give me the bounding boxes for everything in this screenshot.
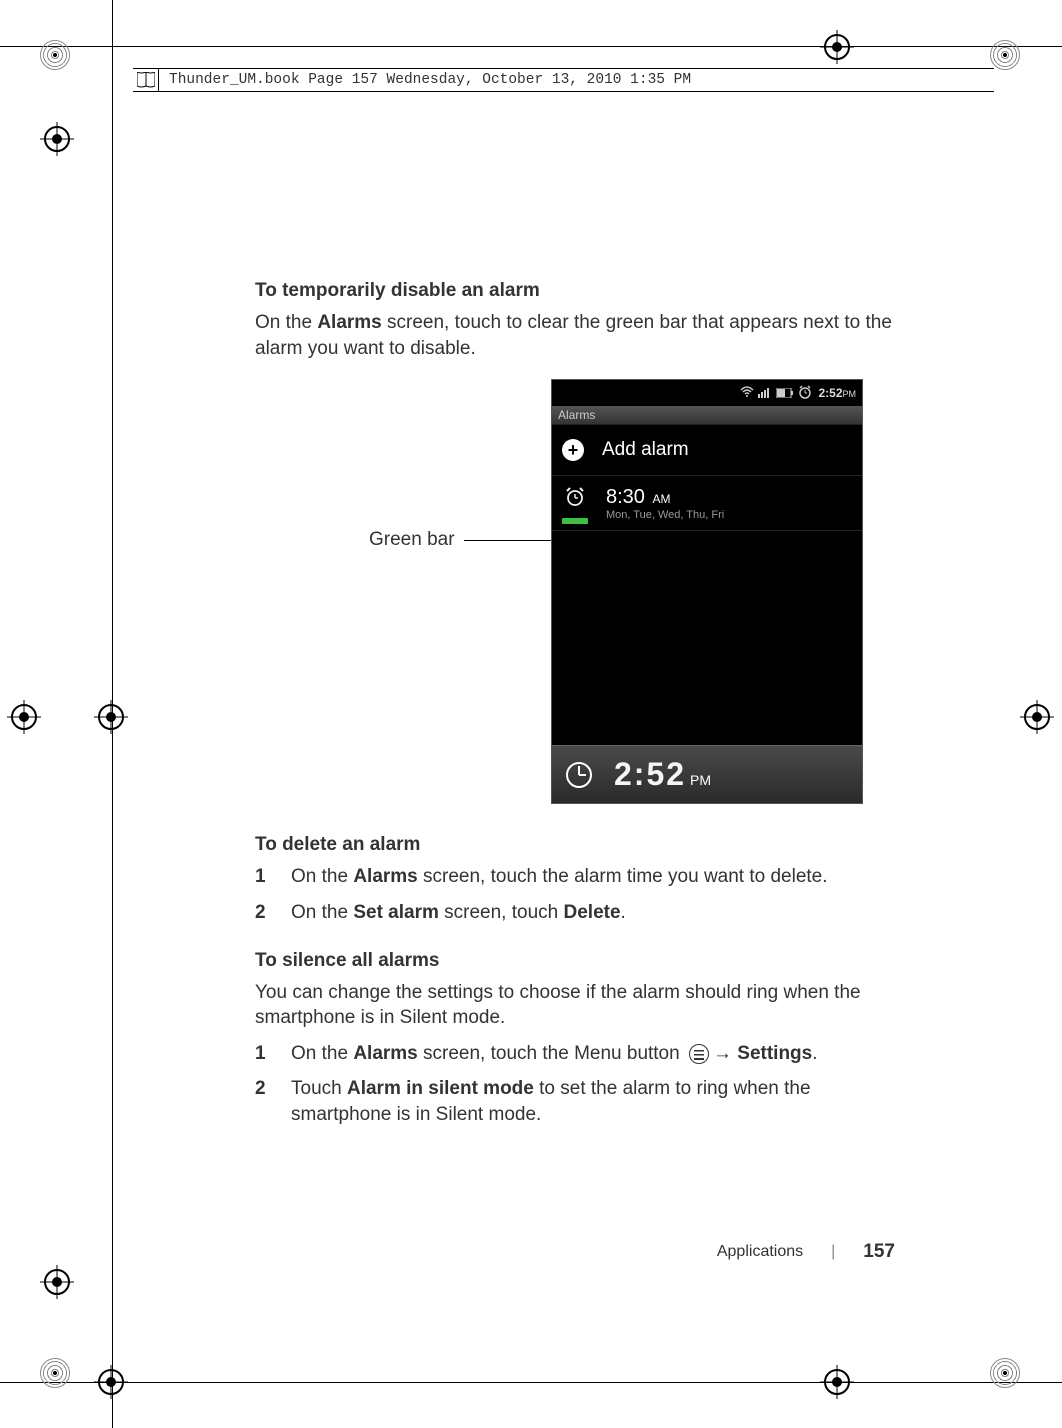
heading-delete-alarm: To delete an alarm — [255, 834, 895, 856]
footer-time-value: 2:52 — [614, 756, 686, 792]
footer-time: 2:52PM — [614, 756, 711, 793]
callout-green-bar: Green bar — [369, 529, 455, 551]
target-icon — [990, 1358, 1020, 1388]
alarm-time-ampm: AM — [653, 492, 671, 506]
callout-line — [464, 540, 552, 541]
step-silence-1: On the Alarms screen, touch the Menu but… — [255, 1041, 895, 1067]
registration-icon — [1020, 700, 1054, 734]
text: On the — [255, 312, 317, 333]
bold-alarms: Alarms — [353, 866, 417, 887]
bold-alarm-silent: Alarm in silent mode — [347, 1078, 534, 1099]
status-bar: 2:52PM — [552, 380, 862, 406]
target-icon — [40, 40, 70, 70]
alarm-time-value: 8:30 — [606, 486, 645, 508]
alarms-title-bar: Alarms — [552, 406, 862, 425]
text: screen, touch the Menu button — [418, 1043, 685, 1064]
alarm-row[interactable]: 8:30 AM Mon, Tue, Wed, Thu, Fri — [552, 476, 862, 531]
arrow: → — [713, 1043, 737, 1064]
step-silence-2: Touch Alarm in silent mode to set the al… — [255, 1076, 895, 1127]
bold-alarms: Alarms — [353, 1043, 417, 1064]
battery-icon — [776, 385, 794, 401]
registration-icon — [94, 1365, 128, 1399]
page-footer: Applications | 157 — [255, 1241, 895, 1263]
alarm-clock-icon — [564, 486, 586, 514]
footer-time-ampm: PM — [690, 772, 711, 788]
bold-alarms: Alarms — [317, 312, 381, 333]
text: On the — [291, 866, 353, 887]
text: screen, touch — [439, 902, 564, 923]
figure-alarms-screen: Green bar 2:52PM Alarms + — [255, 379, 895, 804]
bold-set-alarm: Set alarm — [353, 902, 439, 923]
phone-screenshot: 2:52PM Alarms + Add alarm 8:30 AM Mon, T… — [551, 379, 863, 804]
text: . — [621, 902, 626, 923]
text: screen, touch the alarm time you want to… — [418, 866, 828, 887]
wifi-icon — [740, 385, 754, 401]
page-header: Thunder_UM.book Page 157 Wednesday, Octo… — [133, 68, 994, 92]
registration-icon — [40, 122, 74, 156]
bold-settings: Settings — [737, 1043, 812, 1064]
signal-icon — [758, 385, 772, 401]
text: Touch — [291, 1078, 347, 1099]
text: On the — [291, 1043, 353, 1064]
page-number: 157 — [863, 1241, 895, 1263]
menu-button-icon — [689, 1044, 709, 1064]
registration-icon — [7, 700, 41, 734]
body-disable-alarm: On the Alarms screen, touch to clear the… — [255, 310, 895, 361]
time-ampm: PM — [843, 389, 857, 399]
target-icon — [40, 1358, 70, 1388]
alarm-time: 8:30 AM — [606, 486, 724, 509]
step-delete-2: On the Set alarm screen, touch Delete. — [255, 900, 895, 926]
steps-silence: On the Alarms screen, touch the Menu but… — [255, 1041, 895, 1128]
text: . — [812, 1043, 817, 1064]
body-silence-all: You can change the settings to choose if… — [255, 980, 895, 1031]
add-alarm-row[interactable]: + Add alarm — [552, 425, 862, 476]
alarm-days: Mon, Tue, Wed, Thu, Fri — [606, 509, 724, 521]
crop-line — [0, 46, 1062, 47]
footer-separator: | — [831, 1243, 835, 1261]
text: On the — [291, 902, 353, 923]
step-delete-1: On the Alarms screen, touch the alarm ti… — [255, 864, 895, 890]
target-icon — [990, 40, 1020, 70]
clock-footer[interactable]: 2:52PM — [552, 745, 862, 803]
steps-delete: On the Alarms screen, touch the alarm ti… — [255, 864, 895, 925]
crop-line — [0, 1382, 1062, 1383]
registration-icon — [40, 1265, 74, 1299]
registration-icon — [820, 1365, 854, 1399]
header-text: Thunder_UM.book Page 157 Wednesday, Octo… — [133, 72, 691, 88]
heading-disable-alarm: To temporarily disable an alarm — [255, 280, 895, 302]
alarm-status-icon — [798, 385, 812, 402]
footer-section: Applications — [717, 1243, 803, 1261]
registration-icon — [94, 700, 128, 734]
book-icon — [133, 69, 159, 91]
time-value: 2:52 — [818, 386, 842, 400]
bold-delete: Delete — [564, 902, 621, 923]
status-time: 2:52PM — [816, 386, 856, 400]
registration-icon — [820, 30, 854, 64]
add-alarm-label: Add alarm — [602, 439, 689, 461]
plus-icon: + — [562, 439, 584, 461]
heading-silence-all: To silence all alarms — [255, 950, 895, 972]
clock-icon — [566, 762, 592, 788]
green-bar-indicator[interactable] — [562, 518, 588, 524]
